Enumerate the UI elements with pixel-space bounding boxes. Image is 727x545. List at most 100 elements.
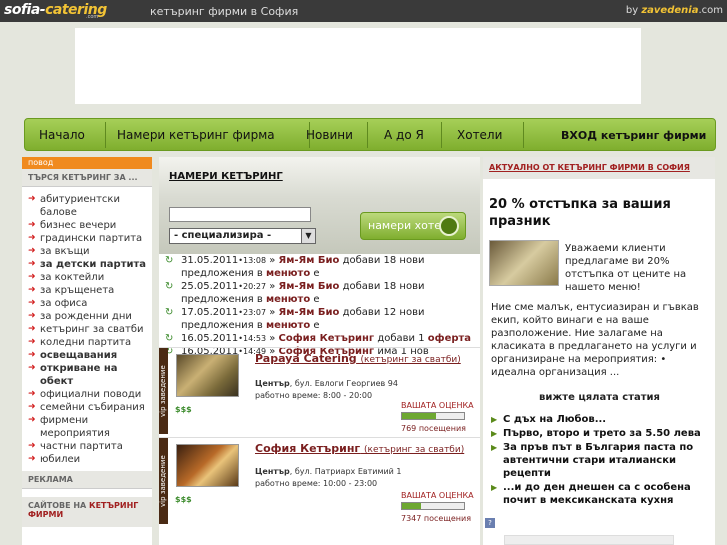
nav-separator <box>523 122 524 148</box>
category-item[interactable]: ➜ юбилеи <box>22 453 152 466</box>
listing-photo[interactable] <box>176 444 239 487</box>
listing-tag[interactable]: (кетъринг за сватби) <box>364 445 464 455</box>
nav-login[interactable]: ВХОД кетъринг фирми <box>561 129 706 142</box>
news-bullet-text: За пръв път в България паста по автентич… <box>503 442 694 479</box>
triangle-right-icon: ▶ <box>491 483 498 492</box>
listing-tag[interactable]: (кетъринг за сватби) <box>361 355 461 365</box>
nav-find-catering[interactable]: Намери кетъринг фирма <box>117 128 275 142</box>
chevron-down-icon: ▼ <box>301 229 315 243</box>
category-label: фирмени мероприятия <box>40 415 110 439</box>
listing-address: Център, бул. Патриарх Евтимий 1 работно в… <box>255 466 475 490</box>
find-catering-title[interactable]: НАМЕРИ КЕТЪРИНГ <box>169 171 283 182</box>
category-item[interactable]: ➜ частни партита <box>22 440 152 453</box>
promo-title[interactable]: 20 % отстъпка за вашия празник <box>489 196 709 230</box>
news-suffix: е <box>313 268 320 279</box>
listing-name[interactable]: София Кетъринг (кетъринг за сватби) <box>255 442 464 455</box>
arrow-right-icon: ➜ <box>28 259 36 269</box>
category-label: коледни партита <box>40 337 132 348</box>
nav-news[interactable]: Новини <box>306 128 353 142</box>
promo-body: Ние сме малък, ентусиазиран и гъвкав еки… <box>491 302 699 378</box>
rating-bar[interactable] <box>401 502 465 510</box>
category-item[interactable]: ➜ кетъринг за сватби <box>22 323 152 336</box>
news-company-link[interactable]: Ям-Ям Био <box>279 281 340 292</box>
news-date: 16.05.2011 <box>181 333 239 344</box>
find-hotel-button[interactable]: намери хотел <box>360 212 466 240</box>
news-link[interactable]: оферта <box>428 333 471 344</box>
nav-home[interactable]: Начало <box>39 128 85 142</box>
news-company-link[interactable]: Ям-Ям Био <box>279 255 340 266</box>
category-item[interactable]: ➜ абитуриентски балове <box>22 193 152 219</box>
occasion-tab[interactable]: повод <box>22 157 152 169</box>
category-item[interactable]: ➜ за вкъщи <box>22 245 152 258</box>
category-item[interactable]: ➜ официални поводи <box>22 388 152 401</box>
category-item[interactable]: ➜ градински партита <box>22 232 152 245</box>
news-bullet[interactable]: ▶ Първо, второ и трето за 5.50 лева <box>491 427 711 440</box>
category-item[interactable]: ➜ за детски партита <box>22 258 152 271</box>
category-label: освещавания <box>40 350 118 361</box>
news-link[interactable]: менюто <box>266 320 310 331</box>
listing-district: Център <box>255 467 290 476</box>
arrow-right-icon: ➜ <box>28 311 36 321</box>
news-date: 17.05.2011 <box>181 307 239 318</box>
news-time: •23:07 <box>238 308 267 317</box>
category-item[interactable]: ➜ за офиса <box>22 297 152 310</box>
news-company-link[interactable]: Ям-Ям Био <box>279 307 340 318</box>
zavedenia-brand: zavedenia <box>641 5 699 16</box>
nav-separator <box>441 122 442 148</box>
news-heading-link[interactable]: АКТУАЛНО ОТ КЕТЪРИНГ ФИРМИ В СОФИЯ <box>489 163 690 172</box>
news-bullet[interactable]: ▶ ...и до ден днешен са с особена почит в… <box>491 481 711 507</box>
search-input[interactable] <box>169 207 311 222</box>
category-item[interactable]: ➜ за коктейли <box>22 271 152 284</box>
by-zavedenia-link[interactable]: by zavedenia.com <box>626 5 723 16</box>
listing-photo[interactable] <box>176 354 239 397</box>
news-time: •20:27 <box>238 282 267 291</box>
category-list: ➜ абитуриентски балове ➜ бизнес вечери ➜ град… <box>22 193 152 466</box>
category-item[interactable]: ➜ откриване на обект <box>22 362 152 388</box>
category-item[interactable]: ➜ фирмени мероприятия <box>22 414 152 440</box>
nav-hotels[interactable]: Хотели <box>457 128 502 142</box>
refresh-icon: ↻ <box>165 255 174 266</box>
sites-prefix: САЙТОВЕ НА <box>28 501 90 510</box>
news-heading: АКТУАЛНО ОТ КЕТЪРИНГ ФИРМИ В СОФИЯ <box>483 157 715 179</box>
listing-name-text: София Кетъринг <box>255 442 361 455</box>
arrow-right-icon: ➜ <box>28 233 36 243</box>
news-bullet[interactable]: ▶ С дъх на Любов... <box>491 413 711 426</box>
arrow-right-icon: ➜ <box>28 402 36 412</box>
news-company-link[interactable]: София Кетъринг <box>279 333 375 344</box>
arrow-right-icon: ➜ <box>28 194 36 204</box>
specialization-select[interactable]: - специализира - ▼ <box>169 228 316 244</box>
category-item[interactable]: ➜ бизнес вечери <box>22 219 152 232</box>
promo-image[interactable] <box>489 240 559 286</box>
read-all-link[interactable]: вижте цялата статия <box>539 392 660 403</box>
category-item[interactable]: ➜ за кръщенета <box>22 284 152 297</box>
category-item[interactable]: ➜ семейни събирания <box>22 401 152 414</box>
news-bullet-text: С дъх на Любов... <box>503 414 607 425</box>
category-item[interactable]: ➜ коледни партита <box>22 336 152 349</box>
right-sidebar: АКТУАЛНО ОТ КЕТЪРИНГ ФИРМИ В СОФИЯ 20 % … <box>483 157 715 545</box>
logo-main-text: sofia- <box>4 2 46 18</box>
left-sidebar: повод ТЪРСЯ КЕТЪРИНГ ЗА ... ➜ абитуриентс… <box>22 157 152 545</box>
rating-bar[interactable] <box>401 412 465 420</box>
news-link[interactable]: менюто <box>266 268 310 279</box>
nav-a-to-z[interactable]: А до Я <box>384 128 424 142</box>
visit-count: 769 посещения <box>401 424 466 433</box>
listing-name[interactable]: Papaya Catering (кетъринг за сватби) <box>255 352 461 365</box>
center-column: НАМЕРИ КЕТЪРИНГ - специализира - ▼ намери… <box>159 157 480 545</box>
search-icon <box>439 216 459 236</box>
triangle-right-icon: ▶ <box>491 415 498 424</box>
category-item[interactable]: ➜ за рожденни дни <box>22 310 152 323</box>
listing-address: Център, бул. Евлоги Георгиев 94 работно в… <box>255 378 475 402</box>
news-time-value: 13:08 <box>242 256 267 265</box>
category-item[interactable]: ➜ освещавания <box>22 349 152 362</box>
news-bullet[interactable]: ▶ За пръв път в България паста по автенти… <box>491 441 711 480</box>
category-label: градински партита <box>40 233 143 244</box>
help-icon[interactable]: ? <box>485 518 495 528</box>
category-label: за коктейли <box>40 272 105 283</box>
rating-label[interactable]: ВАШАТА ОЦЕНКА <box>401 491 474 500</box>
arrow-right-icon: ➜ <box>28 350 36 360</box>
category-label: за кръщенета <box>40 285 115 296</box>
vip-badge: vip заведение <box>159 348 168 434</box>
find-catering-heading: НАМЕРИ КЕТЪРИНГ <box>159 157 480 197</box>
news-link[interactable]: менюто <box>266 294 310 305</box>
rating-label[interactable]: ВАШАТА ОЦЕНКА <box>401 401 474 410</box>
